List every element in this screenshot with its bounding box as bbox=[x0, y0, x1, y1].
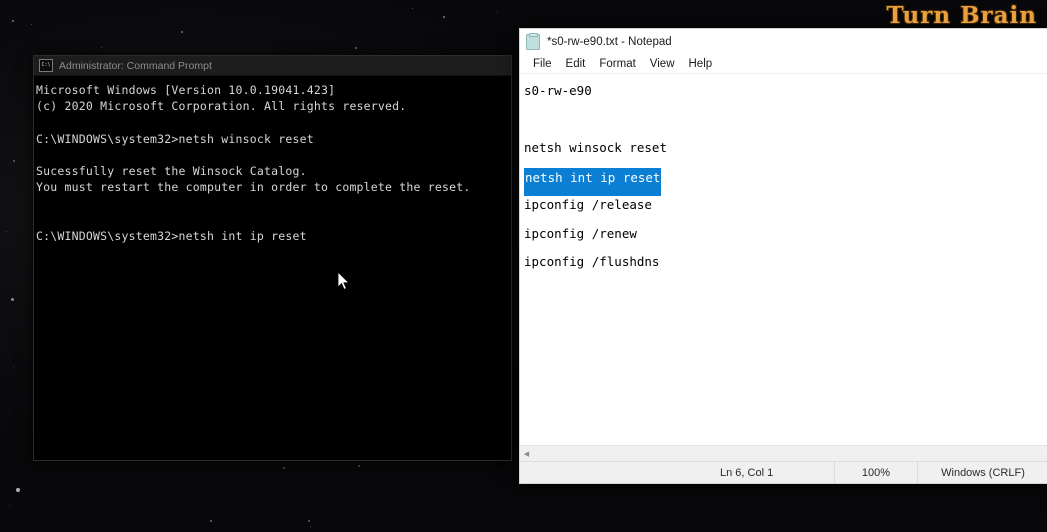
notepad-text-area[interactable]: s0-rw-e90 netsh winsock reset netsh int i… bbox=[520, 74, 1047, 445]
notepad-statusbar: Ln 6, Col 1 100% Windows (CRLF) bbox=[520, 461, 1047, 483]
notepad-line[interactable]: ipconfig /flushdns bbox=[524, 248, 1047, 277]
notepad-line[interactable]: ipconfig /renew bbox=[524, 220, 1047, 249]
star-dot bbox=[308, 520, 310, 522]
console-line: Sucessfully reset the Winsock Catalog. bbox=[36, 163, 307, 178]
star-dot bbox=[355, 47, 357, 49]
star-dot bbox=[9, 505, 10, 506]
console-line: C:\WINDOWS\system32>netsh int ip reset bbox=[36, 228, 307, 243]
star-dot bbox=[31, 24, 32, 25]
command-prompt-output[interactable]: Microsoft Windows [Version 10.0.19041.42… bbox=[34, 76, 511, 244]
star-dot bbox=[443, 16, 445, 18]
notepad-menubar[interactable]: File Edit Format View Help bbox=[520, 54, 1047, 74]
notepad-window[interactable]: *s0-rw-e90.txt - Notepad File Edit Format V… bbox=[519, 28, 1047, 484]
menu-item-file[interactable]: File bbox=[526, 56, 559, 72]
chevron-left-icon[interactable]: ◀ bbox=[520, 447, 533, 460]
command-prompt-titlebar[interactable]: C:\ Administrator: Command Prompt bbox=[34, 56, 511, 76]
star-dot bbox=[210, 520, 212, 522]
menu-item-format[interactable]: Format bbox=[592, 56, 642, 72]
star-dot bbox=[11, 298, 14, 301]
notepad-icon bbox=[526, 32, 540, 50]
command-prompt-title: Administrator: Command Prompt bbox=[59, 59, 212, 72]
star-dot bbox=[101, 47, 102, 48]
notepad-blank-line[interactable] bbox=[524, 106, 1047, 135]
star-dot bbox=[6, 231, 7, 232]
star-dot bbox=[16, 488, 20, 492]
notepad-line[interactable]: s0-rw-e90 bbox=[524, 77, 1047, 106]
notepad-line-wrapper: netsh int ip reset bbox=[524, 163, 1047, 196]
command-prompt-window[interactable]: C:\ Administrator: Command Prompt Micros… bbox=[33, 55, 512, 461]
console-line: C:\WINDOWS\system32>netsh winsock reset bbox=[36, 131, 314, 146]
command-prompt-icon: C:\ bbox=[39, 59, 53, 72]
status-zoom-level: 100% bbox=[834, 462, 917, 483]
notepad-horizontal-scrollbar[interactable]: ◀ bbox=[520, 445, 1047, 461]
star-dot bbox=[310, 526, 311, 527]
star-dot bbox=[181, 31, 183, 33]
menu-item-edit[interactable]: Edit bbox=[559, 56, 593, 72]
star-dot bbox=[283, 467, 285, 469]
notepad-title: *s0-rw-e90.txt - Notepad bbox=[547, 35, 672, 48]
console-line: (c) 2020 Microsoft Corporation. All righ… bbox=[36, 99, 407, 114]
star-dot bbox=[412, 8, 413, 9]
star-dot bbox=[13, 366, 14, 367]
notepad-titlebar[interactable]: *s0-rw-e90.txt - Notepad bbox=[520, 29, 1047, 54]
menu-item-help[interactable]: Help bbox=[682, 56, 720, 72]
notepad-line[interactable]: netsh winsock reset bbox=[524, 134, 1047, 163]
star-dot bbox=[358, 465, 360, 467]
console-line: Microsoft Windows [Version 10.0.19041.42… bbox=[36, 83, 336, 97]
watermark-turn-brain: Turn Brain bbox=[886, 2, 1037, 29]
star-dot bbox=[497, 11, 498, 12]
status-line-column: Ln 6, Col 1 bbox=[720, 466, 774, 479]
menu-item-view[interactable]: View bbox=[643, 56, 682, 72]
star-dot bbox=[12, 20, 14, 22]
console-line: You must restart the computer in order t… bbox=[36, 180, 471, 195]
command-prompt-icon-glyph: C:\ bbox=[41, 62, 51, 68]
star-dot bbox=[13, 160, 15, 162]
notepad-line[interactable]: ipconfig /release bbox=[524, 191, 1047, 220]
status-line-ending: Windows (CRLF) bbox=[917, 462, 1047, 483]
